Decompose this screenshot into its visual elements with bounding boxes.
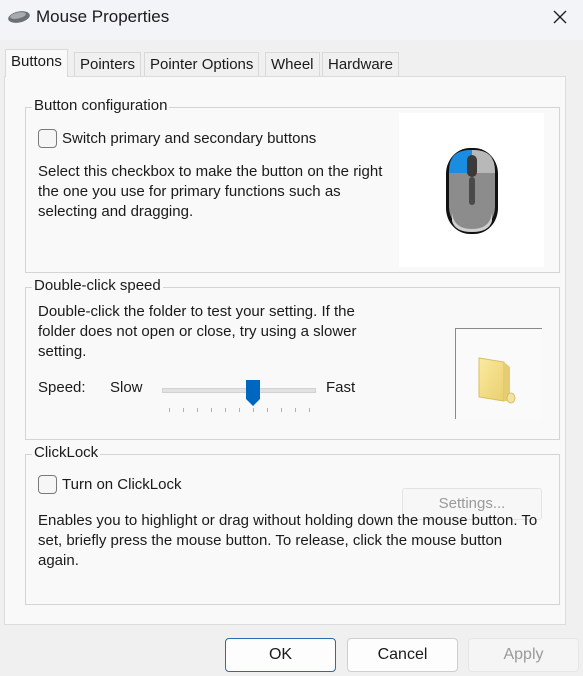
clicklock-checkbox[interactable] <box>38 475 57 494</box>
cancel-button[interactable]: Cancel <box>347 638 458 672</box>
slider-tick <box>211 408 212 412</box>
slider-tick <box>309 408 310 412</box>
close-button[interactable] <box>537 0 583 34</box>
clicklock-label[interactable]: Turn on ClickLock <box>62 476 182 494</box>
test-folder-area[interactable] <box>455 328 542 419</box>
tab-panel-buttons: Button configuration Switch primary and … <box>4 76 566 625</box>
slider-tick <box>225 408 226 412</box>
slider-tick <box>169 408 170 412</box>
button-configuration-description: Select this checkbox to make the button … <box>38 163 383 220</box>
folder-icon <box>478 357 516 404</box>
group-label: Double-click speed <box>32 277 163 295</box>
slider-tick <box>267 408 268 412</box>
clicklock-description: Enables you to highlight or drag without… <box>38 512 538 569</box>
mouse-preview <box>399 113 544 267</box>
group-label: ClickLock <box>32 444 101 462</box>
mouse-left-button-highlighted-icon <box>446 148 498 234</box>
speed-label: Speed: <box>38 379 86 396</box>
tab-hardware[interactable]: Hardware <box>322 52 400 77</box>
group-label: Button configuration <box>32 97 170 115</box>
slow-label: Slow <box>110 379 143 396</box>
close-icon <box>553 10 567 24</box>
tab-wheel[interactable]: Wheel <box>265 52 320 77</box>
slider-tick <box>295 408 296 412</box>
button-configuration-group: Button configuration Switch primary and … <box>25 97 560 273</box>
double-click-description: Double-click the folder to test your set… <box>38 303 357 360</box>
window-title: Mouse Properties <box>36 7 170 26</box>
title-bar: Mouse Properties <box>0 0 583 40</box>
fast-label: Fast <box>326 379 356 396</box>
speed-slider-thumb[interactable] <box>245 379 261 407</box>
clicklock-group: ClickLock Turn on ClickLock Settings... … <box>25 444 560 605</box>
switch-buttons-label[interactable]: Switch primary and secondary buttons <box>62 130 316 148</box>
tab-buttons[interactable]: Buttons <box>5 49 68 77</box>
tab-pointers[interactable]: Pointers <box>74 52 142 77</box>
slider-tick <box>183 408 184 412</box>
mouse-icon <box>8 11 30 23</box>
ok-button[interactable]: OK <box>225 638 336 672</box>
tab-pointer-options[interactable]: Pointer Options <box>144 52 260 77</box>
slider-tick <box>253 408 254 412</box>
switch-buttons-checkbox[interactable] <box>38 129 57 148</box>
slider-tick <box>239 408 240 412</box>
double-click-speed-group: Double-click speed Double-click the fold… <box>25 277 560 440</box>
slider-tick <box>281 408 282 412</box>
apply-button[interactable]: Apply <box>468 638 579 672</box>
slider-tick <box>197 408 198 412</box>
speed-slider-track[interactable] <box>162 388 316 393</box>
